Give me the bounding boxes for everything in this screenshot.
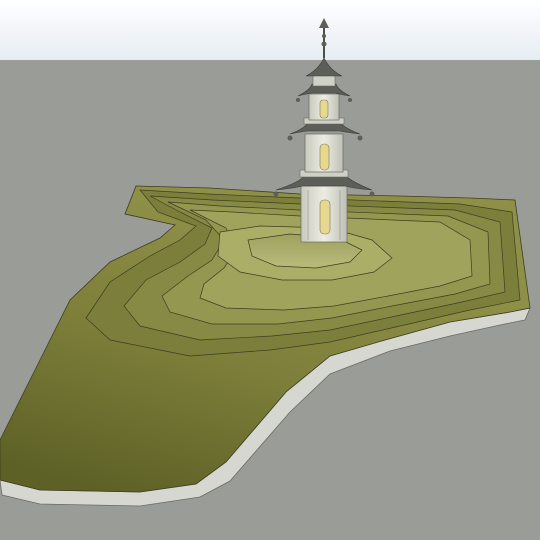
pagoda-bell: [273, 191, 279, 197]
sky-band: [0, 0, 540, 60]
pagoda-bell: [357, 135, 363, 141]
terrain-scene: [0, 0, 540, 540]
3d-viewport[interactable]: [0, 0, 540, 540]
pagoda-upper-window: [319, 99, 329, 119]
pagoda-bell: [348, 98, 352, 102]
pagoda-bell: [369, 191, 375, 197]
pagoda-middle-window: [319, 143, 330, 171]
pagoda-bell: [287, 135, 293, 141]
pagoda-base-window: [319, 199, 331, 235]
pagoda-bell: [296, 98, 300, 102]
